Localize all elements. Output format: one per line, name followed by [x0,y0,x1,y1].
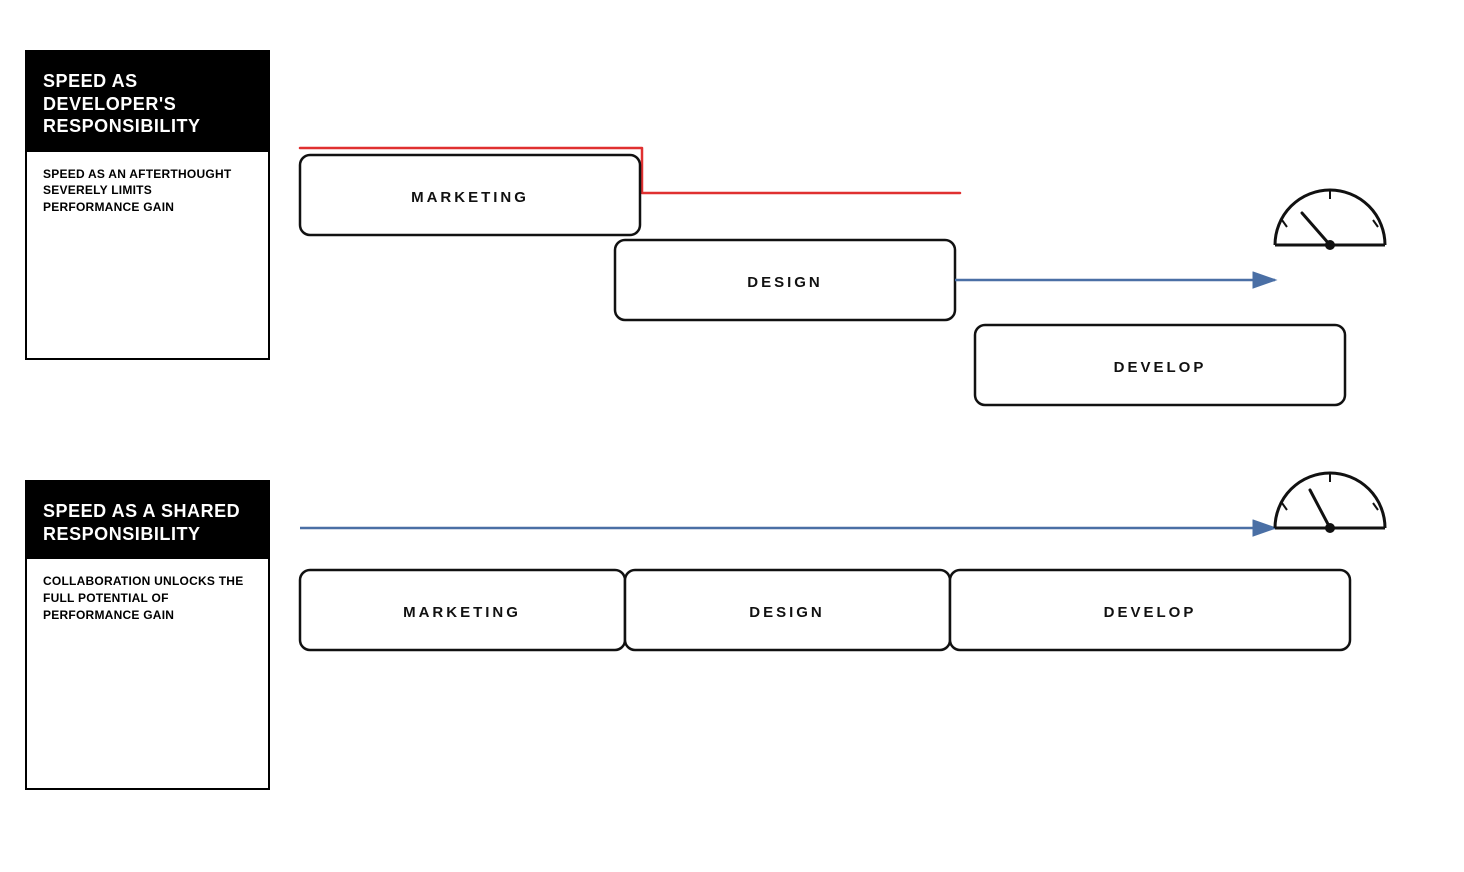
main-container: SPEED AS DEVELOPER'S RESPONSIBILITY SPEE… [0,0,1464,872]
section2-label-card: SPEED AS A SHARED RESPONSIBILITY COLLABO… [25,480,270,790]
section2-speedometer [1275,473,1385,533]
section2-marketing-label: MARKETING [403,604,521,621]
section1-design-label: DESIGN [747,274,823,291]
section2-svg: MARKETING DESIGN DEVELOP [270,470,1440,840]
section2-card-title: SPEED AS A SHARED RESPONSIBILITY [27,482,268,559]
section1-develop-label: DEVELOP [1114,359,1207,376]
section1: SPEED AS DEVELOPER'S RESPONSIBILITY SPEE… [25,30,1435,410]
section2-card-subtitle: COLLABORATION UNLOCKS THE FULL POTENTIAL… [27,559,268,637]
section1-label-card: SPEED AS DEVELOPER'S RESPONSIBILITY SPEE… [25,50,270,360]
section1-card-subtitle: SPEED AS AN AFTERTHOUGHT SEVERELY LIMITS… [27,152,268,230]
section2: SPEED AS A SHARED RESPONSIBILITY COLLABO… [25,470,1435,850]
section1-card-title: SPEED AS DEVELOPER'S RESPONSIBILITY [27,52,268,152]
section1-marketing-label: MARKETING [411,189,529,206]
section1-speedometer [1275,190,1385,250]
section2-develop-label: DEVELOP [1104,604,1197,621]
section2-design-label: DESIGN [749,604,825,621]
section1-svg: MARKETING DESIGN DEVELOP [270,30,1440,410]
